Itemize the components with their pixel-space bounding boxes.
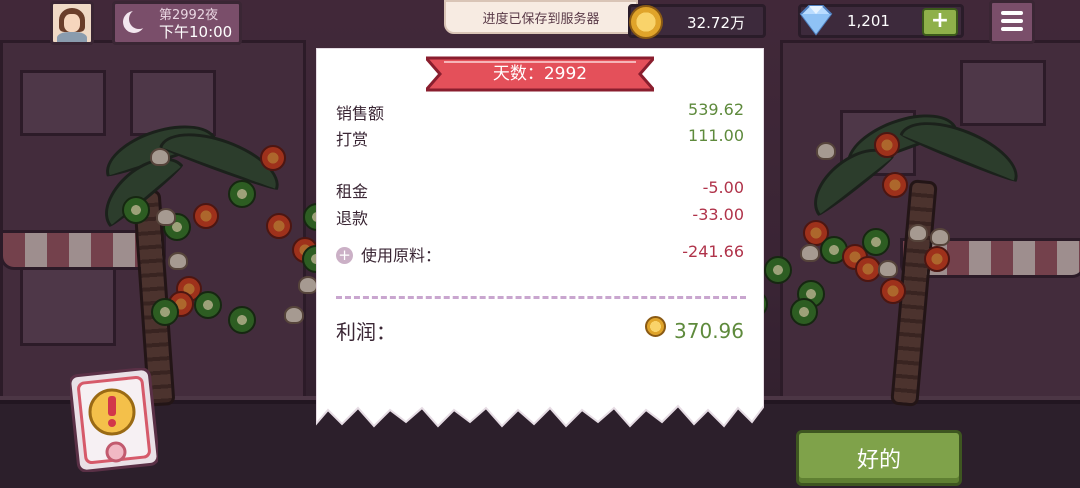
clock-time: 下午10:00 [159, 23, 233, 41]
row-value: -33.00 [692, 205, 744, 224]
row-label: 使用原料： [361, 246, 442, 265]
gem-balance[interactable]: 1,201 + [798, 4, 964, 38]
receipt-title: 天数：2992 [492, 64, 588, 84]
row-sales: 销售额 539.62 [336, 100, 746, 123]
coin-balance[interactable]: 32.72万 [628, 4, 766, 39]
daily-summary-receipt: 天数：2992 销售额 539.62 打赏 111.00 租金 -5.00 退款… [316, 48, 764, 430]
row-label: 退款 [336, 209, 369, 228]
gem-icon [799, 5, 833, 36]
expand-plus-icon[interactable]: + [336, 247, 353, 264]
profit-value: 370.96 [674, 319, 744, 343]
ok-button[interactable]: 好的 [796, 430, 962, 486]
divider [336, 296, 746, 299]
row-label: 销售额 [336, 104, 385, 123]
gem-amount: 1,201 [847, 12, 890, 30]
row-value: -241.66 [682, 242, 744, 261]
menu-icon [1001, 11, 1023, 15]
profit-label: 利润： [336, 320, 396, 344]
row-ingredients[interactable]: + 使用原料： -241.66 [336, 242, 746, 265]
row-value: -5.00 [702, 178, 744, 197]
profit-value-group: 370.96 [645, 316, 744, 343]
coin-icon [629, 5, 663, 39]
save-toast: 进度已保存到服务器 [444, 0, 638, 34]
plus-icon: + [930, 8, 950, 33]
row-refund: 退款 -33.00 [336, 205, 746, 228]
player-avatar[interactable] [50, 1, 94, 45]
menu-button[interactable] [989, 0, 1035, 44]
moon-icon [123, 9, 147, 33]
day-time-panel[interactable]: 第2992夜 下午10:00 [112, 1, 242, 45]
row-label: 租金 [336, 182, 369, 201]
buy-gems-button[interactable]: + [922, 8, 958, 36]
coin-amount: 32.72万 [687, 14, 745, 32]
alert-icon[interactable] [70, 368, 158, 472]
row-rent: 租金 -5.00 [336, 178, 746, 201]
row-tips: 打赏 111.00 [336, 126, 746, 149]
row-label: 打赏 [336, 130, 369, 149]
row-value: 111.00 [688, 126, 744, 145]
row-value: 539.62 [688, 100, 744, 119]
coin-icon [645, 316, 667, 337]
